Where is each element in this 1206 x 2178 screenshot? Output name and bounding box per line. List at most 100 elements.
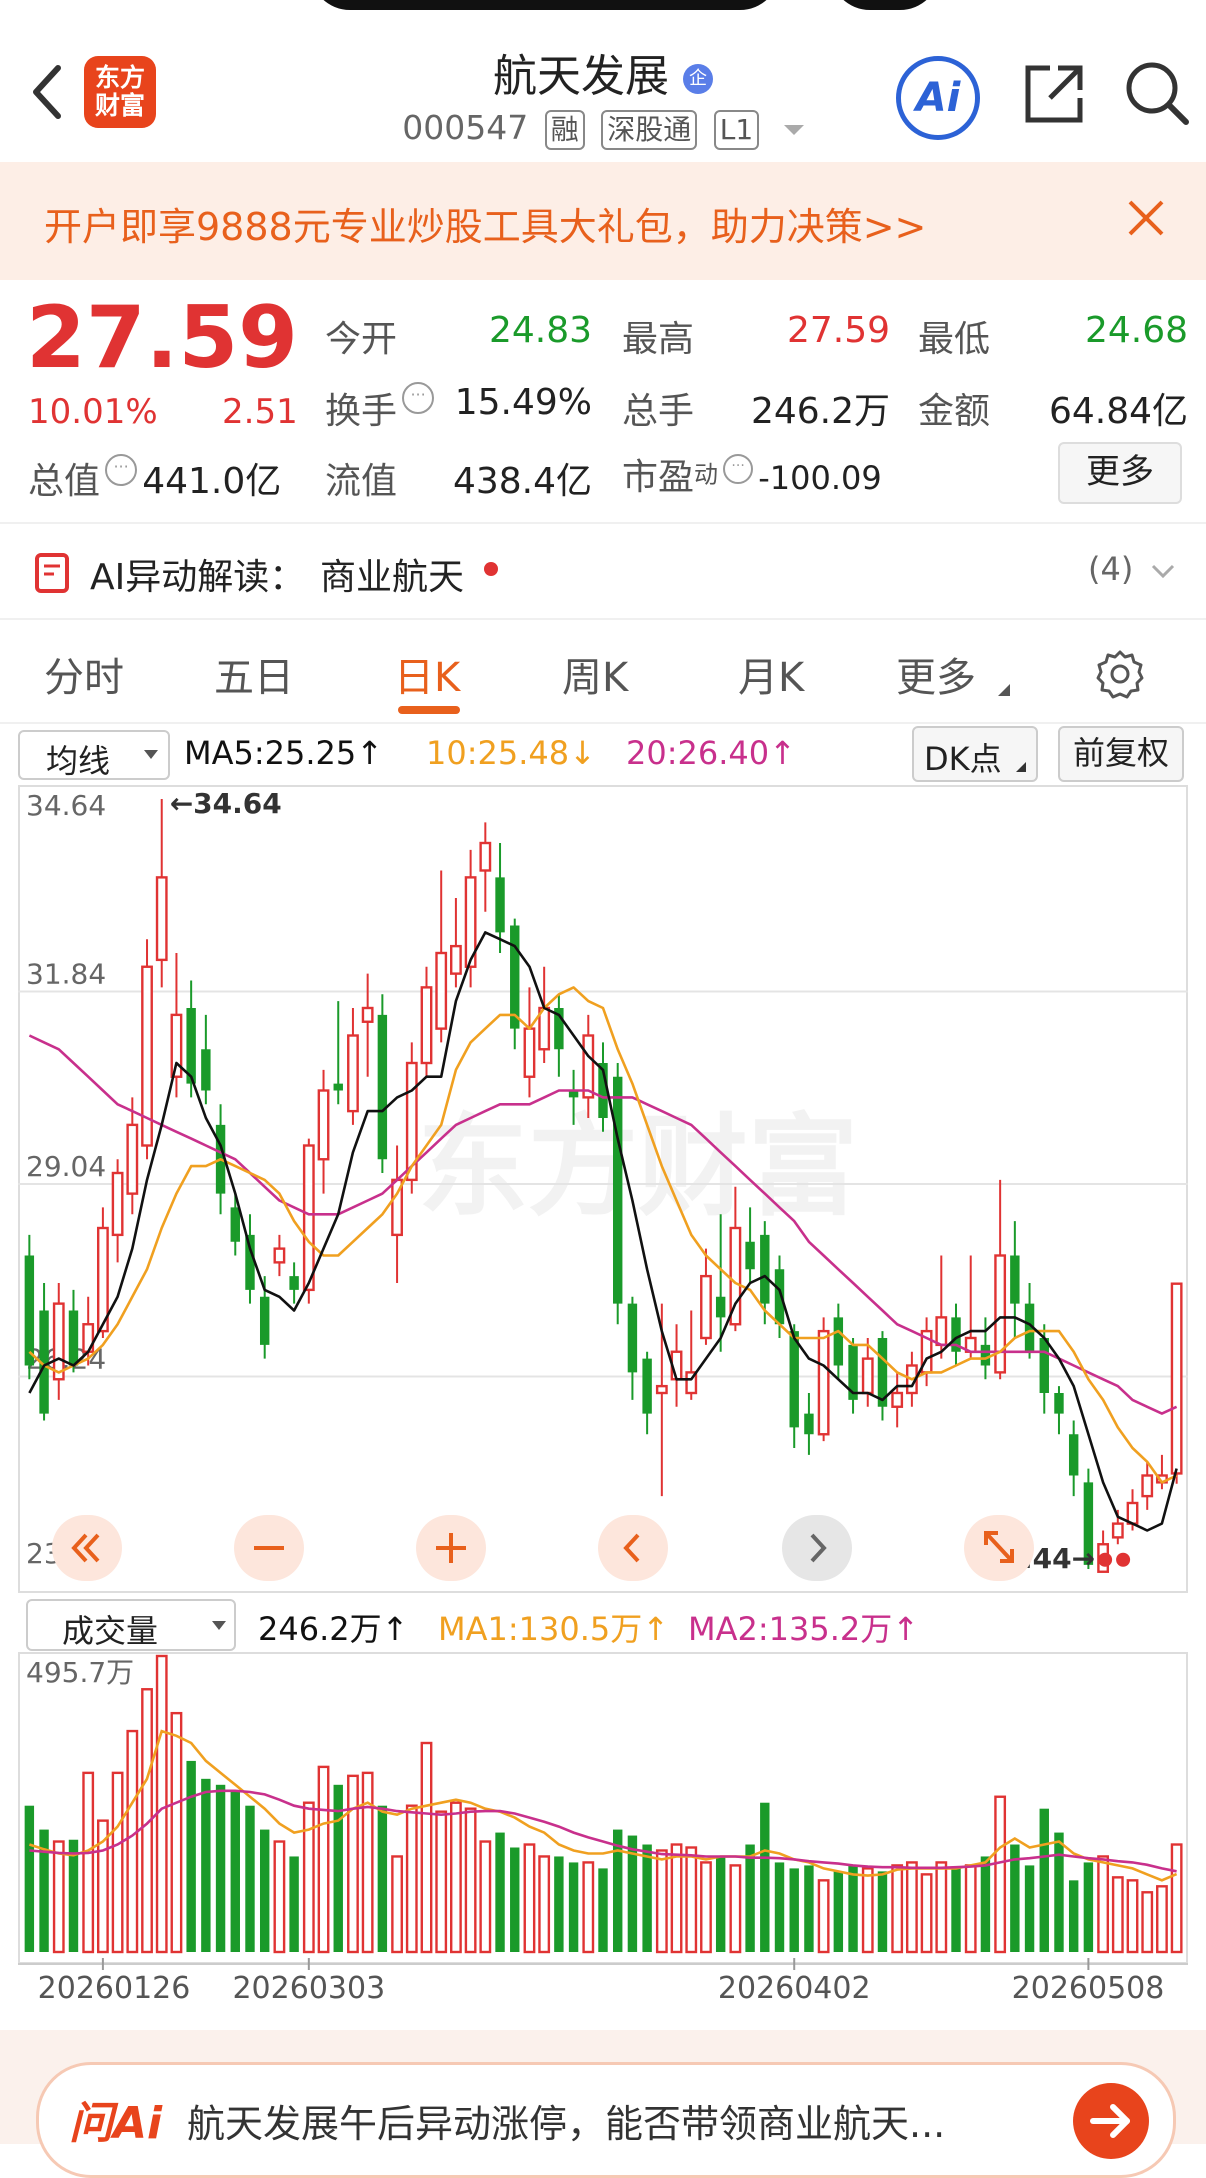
volume-bar [1097, 1855, 1110, 1954]
candle-body [1170, 1282, 1183, 1475]
volume-chart[interactable]: 495.7万 20260126 20260303 20260402 20260508 [18, 1652, 1188, 2012]
adjust-button[interactable]: 前复权 [1058, 726, 1184, 782]
volume-bar [215, 1784, 226, 1952]
volume-bar [186, 1760, 196, 1952]
share-button[interactable] [1022, 62, 1086, 130]
ask-ai-go-button[interactable] [1073, 2083, 1149, 2159]
promo-banner[interactable]: 开户即享9888元专业炒股工具大礼包，助力决策>> [0, 162, 1206, 280]
vol-readout: 246.2万↑ [258, 1610, 409, 1648]
volume-bar [24, 1805, 35, 1952]
status-notch [310, 0, 780, 10]
caret-down-icon[interactable] [783, 124, 804, 135]
tag-margin: 融 [544, 110, 585, 150]
volume-bar [1111, 1876, 1124, 1954]
jump-start-button[interactable] [52, 1515, 122, 1581]
ai-button[interactable]: Ai [896, 56, 980, 140]
volume-bar [655, 1849, 668, 1954]
prev-button[interactable] [598, 1515, 668, 1581]
open-label: 今开 [325, 319, 398, 360]
volume-bar [273, 1840, 286, 1954]
banner-close-button[interactable] [1126, 198, 1166, 242]
float-label: 流值 [325, 461, 398, 502]
volume-bar [804, 1865, 814, 1952]
tab-daily-k[interactable]: 日K [394, 645, 460, 703]
tab-monthly-k[interactable]: 月K [738, 645, 804, 703]
ask-ai-bar[interactable]: 问Ai 航天发展午后异动涨停，能否带领商业航天... [36, 2062, 1176, 2178]
status-camera [830, 0, 940, 10]
volume-bar [1141, 1891, 1154, 1954]
ask-ai-text: 航天发展午后异动涨停，能否带领商业航天... [187, 2102, 946, 2146]
volume-bar [861, 1867, 874, 1954]
volume-bar [1170, 1843, 1183, 1954]
zoom-out-button[interactable] [234, 1515, 304, 1581]
candle-body [245, 1234, 255, 1290]
candle-body [201, 1049, 211, 1091]
next-button[interactable] [782, 1515, 852, 1581]
max-price-label: ←34.64 [170, 787, 282, 820]
ai-reading-topic: 商业航天 [320, 557, 465, 598]
search-icon [1126, 62, 1189, 125]
tab-intraday[interactable]: 分时 [44, 645, 124, 703]
volume-bar [391, 1855, 403, 1954]
ma5-readout: MA5:25.25↑ [184, 734, 384, 772]
info-icon[interactable]: ··· [723, 454, 754, 484]
vol-ma2-readout: MA2:135.2万↑ [688, 1610, 920, 1648]
gear-icon [1096, 650, 1144, 699]
candle-body [789, 1331, 799, 1428]
x-tick-label: 20260508 [1012, 1971, 1165, 2006]
tab-five-day[interactable]: 五日 [214, 645, 294, 703]
ma20-readout: 20:26.40↑ [626, 734, 796, 772]
dk-button[interactable]: DK点 [912, 726, 1038, 782]
candle-body [420, 986, 433, 1065]
candle-body [627, 1303, 638, 1373]
candle-body [861, 1357, 874, 1395]
expand-button[interactable] [964, 1515, 1034, 1581]
volume-bar [951, 1868, 961, 1952]
candle-body [510, 925, 520, 1029]
event-dot [1098, 1552, 1113, 1567]
volume-bar [1083, 1862, 1094, 1952]
candle-body [655, 1384, 668, 1395]
volume-bar [510, 1847, 520, 1952]
candle-body [1010, 1255, 1020, 1304]
current-price: 27.59 [26, 288, 299, 388]
ma-select[interactable]: 均线 [18, 730, 170, 780]
volume-bar [201, 1778, 211, 1952]
volume-bar [538, 1855, 551, 1954]
change-percent: 10.01% [28, 392, 158, 432]
info-icon[interactable]: ··· [402, 382, 435, 414]
candle-body [760, 1234, 770, 1304]
market-cap-row: 总值 ··· 441.0亿 [28, 452, 281, 504]
candle-body [613, 1076, 623, 1304]
volume-bar [568, 1862, 579, 1952]
low-value: 24.68 [1084, 310, 1188, 351]
candlestick-chart[interactable]: 东方财富34.6431.8429.0426.2423.44←34.6423.44… [18, 785, 1188, 1593]
candle-body [1068, 1434, 1079, 1476]
amount-value: 64.84亿 [1048, 391, 1188, 432]
tag-level: L1 [713, 110, 760, 150]
candle-body [111, 1171, 124, 1237]
volume-bar [52, 1840, 65, 1954]
volume-bar [891, 1864, 904, 1954]
info-icon[interactable]: ··· [105, 454, 138, 486]
volume-bar [685, 1846, 698, 1954]
volume-select[interactable]: 成交量 [26, 1599, 236, 1651]
chart-settings-button[interactable] [1094, 648, 1146, 704]
tab-more[interactable]: 更多 [896, 645, 976, 703]
y-max-label: 495.7万 [26, 1656, 134, 1689]
high-value: 27.59 [786, 310, 890, 351]
ai-reading-row[interactable]: AI异动解读： 商业航天 (4) [0, 532, 1206, 616]
chevron-right-icon [810, 1533, 827, 1563]
volume-bar [613, 1829, 623, 1952]
candle-body [273, 1247, 286, 1264]
more-quote-button[interactable]: 更多 [1058, 442, 1182, 504]
tab-weekly-k[interactable]: 周K [562, 645, 628, 703]
volume-bar [317, 1765, 330, 1954]
candle-body [994, 1254, 1007, 1374]
volume-bar [1039, 1808, 1049, 1952]
volume-label: 总手 [622, 391, 695, 432]
candle-body [435, 951, 448, 1030]
zoom-in-button[interactable] [416, 1515, 486, 1581]
search-button[interactable] [1124, 60, 1190, 130]
chevron-down-icon [1151, 564, 1175, 579]
